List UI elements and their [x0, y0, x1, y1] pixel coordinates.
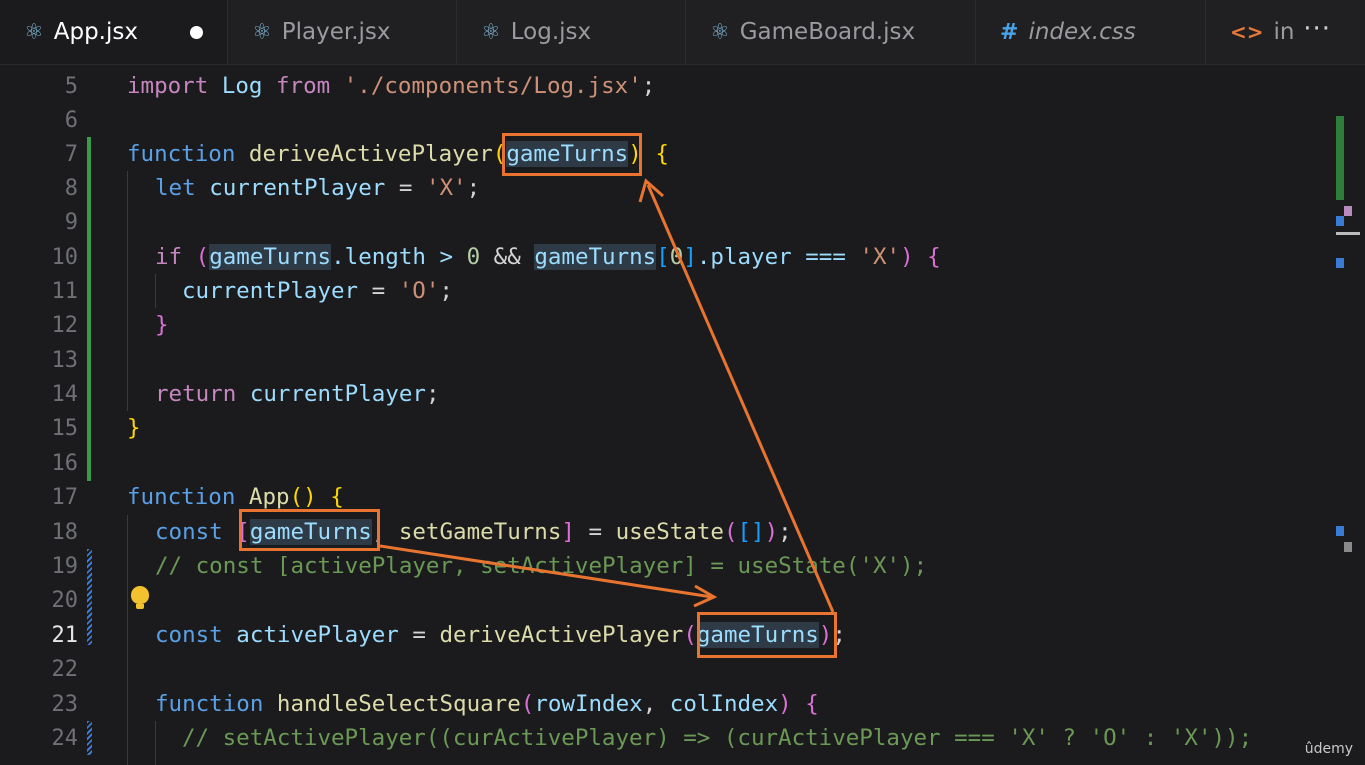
tab-player-jsx[interactable]: ⚛ Player.jsx: [228, 0, 457, 64]
udemy-watermark: ûdemy: [1304, 741, 1353, 757]
html-icon: <>: [1230, 20, 1264, 44]
tab-label: App.jsx: [53, 19, 138, 45]
tab-app-jsx[interactable]: ⚛ App.jsx: [0, 0, 228, 64]
code-line: 19 // const [activePlayer, setActivePlay…: [0, 549, 1330, 583]
code-editor[interactable]: 5 import Log from './components/Log.jsx'…: [0, 67, 1365, 765]
vertical-scrollbar[interactable]: [1336, 98, 1360, 758]
line-number: 7: [64, 141, 78, 167]
code-comment: // setActivePlayer((curActivePlayer) => …: [182, 725, 1253, 752]
line-number: 23: [51, 691, 79, 717]
tab-label: in: [1273, 19, 1295, 45]
line-number: 10: [51, 244, 79, 270]
code-text: function App() {: [127, 484, 344, 511]
line-number: 6: [64, 107, 78, 133]
tab-log-jsx[interactable]: ⚛ Log.jsx: [457, 0, 686, 64]
line-number: 18: [51, 519, 79, 545]
code-line: 6: [0, 103, 1330, 137]
code-line: 23 function handleSelectSquare(rowIndex,…: [0, 687, 1330, 721]
tab-label: index.css: [1028, 19, 1136, 45]
code-line: 13: [0, 343, 1330, 377]
line-number: 5: [64, 73, 78, 99]
code-line: 8 let currentPlayer = 'X';: [0, 171, 1330, 205]
code-line: 17 function App() {: [0, 480, 1330, 514]
code-line: 15 }: [0, 411, 1330, 445]
editor-tab-bar: ⚛ App.jsx ⚛ Player.jsx ⚛ Log.jsx ⚛ GameB…: [0, 0, 1365, 65]
code-line: 5 import Log from './components/Log.jsx'…: [0, 69, 1330, 103]
code-text: return currentPlayer;: [155, 381, 440, 408]
react-icon: ⚛: [24, 19, 44, 45]
lightbulb-icon[interactable]: [131, 586, 149, 609]
code-text: }: [127, 415, 141, 442]
line-number: 12: [51, 312, 79, 338]
code-line: 16: [0, 446, 1330, 480]
code-line: 12 }: [0, 308, 1330, 342]
line-number: 17: [51, 484, 79, 510]
tab-label: Player.jsx: [281, 19, 391, 45]
line-number: 22: [51, 656, 79, 682]
line-number: 15: [51, 415, 79, 441]
unsaved-dot-icon[interactable]: [189, 25, 203, 39]
code-line: 7 function deriveActivePlayer(gameTurns)…: [0, 137, 1330, 171]
code-text: import Log from './components/Log.jsx';: [127, 73, 656, 100]
line-number: 16: [51, 450, 79, 476]
hash-icon: #: [1000, 19, 1019, 45]
annotation-box: [239, 509, 380, 551]
scroll-marker: [1336, 116, 1344, 200]
code-line: 21 const activePlayer = deriveActivePlay…: [0, 618, 1330, 652]
code-line: 18 const [gameTurns, setGameTurns] = use…: [0, 515, 1330, 549]
line-number: 9: [64, 209, 78, 235]
more-actions-icon[interactable]: ···: [1303, 14, 1331, 44]
code-line: 20: [0, 583, 1330, 617]
code-text: let currentPlayer = 'X';: [155, 175, 481, 202]
tab-gameboard-jsx[interactable]: ⚛ GameBoard.jsx: [686, 0, 976, 64]
annotation-box: [502, 133, 642, 176]
line-number: 20: [51, 587, 79, 613]
line-number: 21: [51, 622, 79, 648]
line-number: 24: [51, 725, 79, 751]
code-line: 24 // setActivePlayer((curActivePlayer) …: [0, 721, 1330, 755]
line-number: 8: [64, 175, 78, 201]
code-comment: // const [activePlayer, setActivePlayer]…: [155, 553, 928, 580]
code-line: 14 return currentPlayer;: [0, 377, 1330, 411]
react-icon: ⚛: [481, 19, 501, 45]
tab-index-html[interactable]: <> in: [1206, 0, 1365, 64]
code-text: if (gameTurns.length > 0 && gameTurns[0]…: [155, 244, 941, 271]
scroll-marker: [1336, 526, 1344, 536]
code-text: }: [155, 312, 169, 339]
tab-label: GameBoard.jsx: [739, 19, 916, 45]
code-text: currentPlayer = 'O';: [182, 278, 453, 305]
code-text: function handleSelectSquare(rowIndex, co…: [155, 691, 819, 718]
tab-label: Log.jsx: [510, 19, 592, 45]
code-line: 9: [0, 205, 1330, 239]
react-icon: ⚛: [252, 19, 272, 45]
scroll-marker: [1336, 258, 1344, 268]
line-number: 14: [51, 381, 79, 407]
react-icon: ⚛: [710, 19, 730, 45]
tab-index-css[interactable]: # index.css: [976, 0, 1206, 64]
code-line: 22: [0, 652, 1330, 686]
scroll-marker: [1336, 216, 1344, 226]
line-number: 13: [51, 347, 79, 373]
scroll-marker: [1336, 232, 1360, 235]
scroll-marker: [1344, 542, 1352, 552]
annotation-box: [697, 612, 837, 658]
line-number: 11: [51, 278, 79, 304]
line-number: 19: [51, 553, 79, 579]
code-line: 11 currentPlayer = 'O';: [0, 274, 1330, 308]
code-line: 10 if (gameTurns.length > 0 && gameTurns…: [0, 240, 1330, 274]
scroll-marker: [1344, 206, 1352, 216]
